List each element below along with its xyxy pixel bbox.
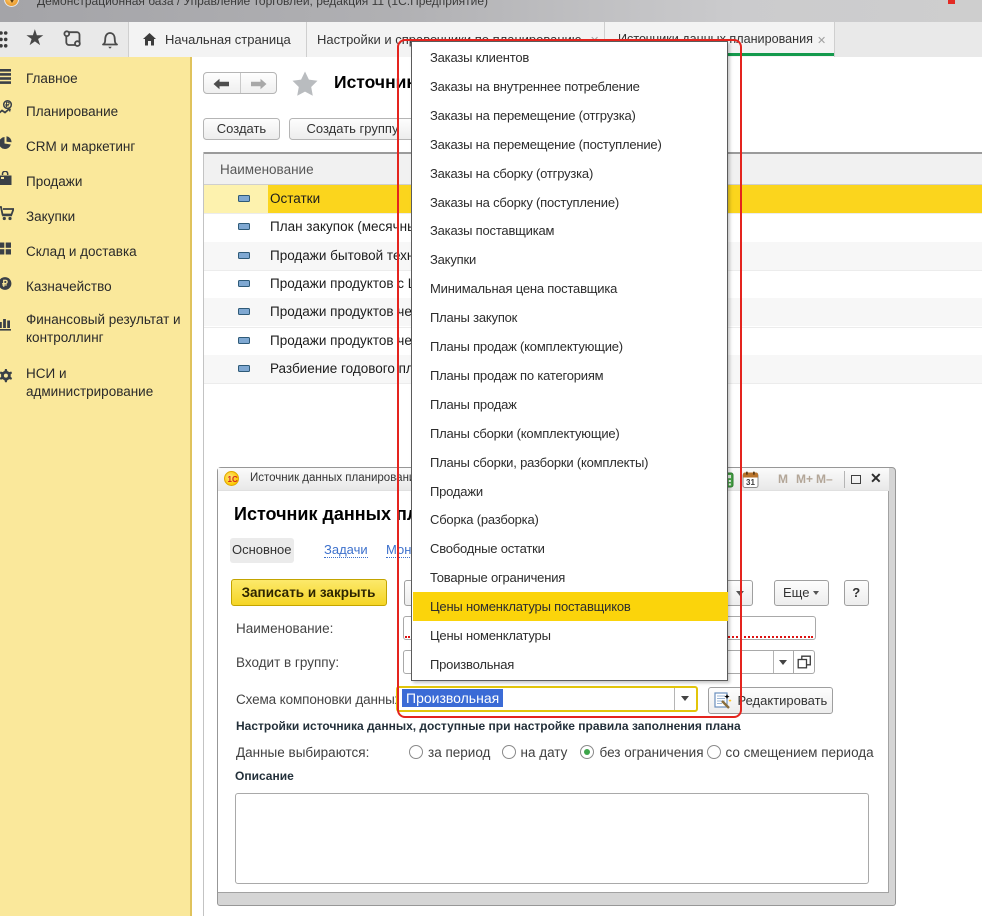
svg-text:₽: ₽ <box>2 279 8 289</box>
svg-text:₽: ₽ <box>5 101 10 109</box>
svg-text:31: 31 <box>746 478 755 487</box>
